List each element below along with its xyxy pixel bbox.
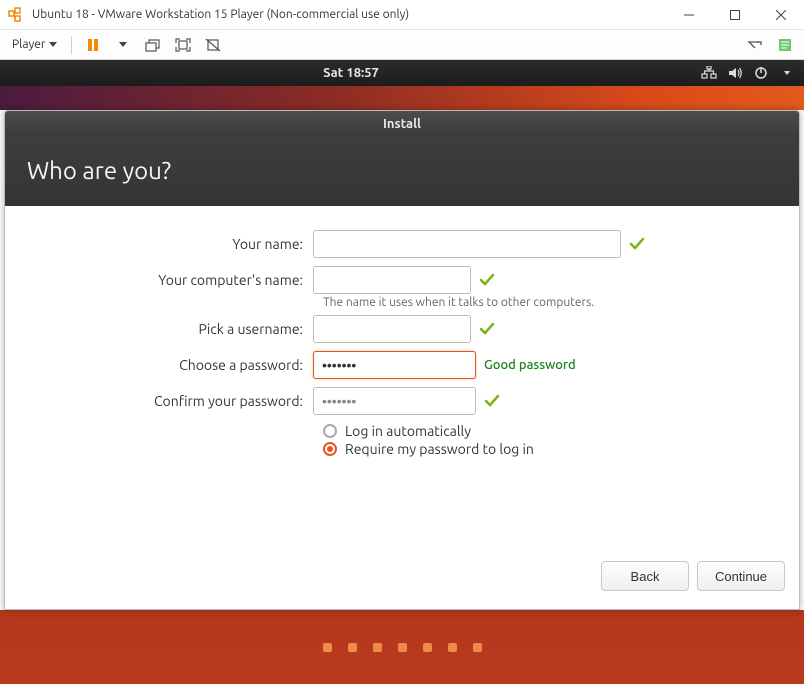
installer-title: Install [383, 117, 421, 131]
pager-dot [323, 643, 332, 652]
pause-button[interactable] [80, 32, 106, 58]
password-input[interactable] [313, 351, 476, 379]
windows-titlebar: Ubuntu 18 - VMware Workstation 15 Player… [0, 0, 804, 30]
send-ctrl-alt-del-button[interactable] [140, 32, 166, 58]
row-login-auto: Log in automatically [33, 423, 771, 439]
pager-dot [348, 643, 357, 652]
system-tray[interactable] [698, 63, 800, 83]
installer-titlebar: Install [5, 111, 799, 137]
maximize-button[interactable] [712, 0, 758, 30]
radio-login-require[interactable]: Require my password to log in [323, 441, 534, 457]
label-computer: Your computer's name: [33, 272, 313, 288]
checkmark-icon [629, 236, 645, 252]
pager-dot [398, 643, 407, 652]
label-name: Your name: [33, 236, 313, 252]
row-password: Choose a password: Good password [33, 351, 771, 379]
button-row: Back Continue [5, 547, 799, 609]
computer-input[interactable] [313, 266, 471, 294]
back-button[interactable]: Back [601, 561, 689, 591]
minimize-button[interactable] [666, 0, 712, 30]
vmware-toolbar: Player [0, 30, 804, 60]
radio-label-auto: Log in automatically [345, 423, 471, 439]
row-name: Your name: [33, 230, 771, 258]
separator [71, 36, 72, 54]
chevron-down-icon [119, 42, 127, 47]
form-area: Your name: Your computer's name: The nam… [5, 206, 799, 467]
row-confirm: Confirm your password: [33, 387, 771, 415]
name-input[interactable] [313, 230, 621, 258]
fullscreen-button[interactable] [170, 32, 196, 58]
confirm-password-input[interactable] [313, 387, 476, 415]
chevron-down-icon[interactable] [776, 63, 798, 83]
pager-dot [423, 643, 432, 652]
label-password: Choose a password: [33, 357, 313, 373]
close-button[interactable] [758, 0, 804, 30]
computer-helper-text: The name it uses when it talks to other … [323, 296, 594, 309]
pager-dot [473, 643, 482, 652]
label-confirm: Confirm your password: [33, 393, 313, 409]
row-login-require: Require my password to log in [33, 441, 771, 457]
clock[interactable]: Sat 18:57 [4, 66, 698, 80]
pager-dot [448, 643, 457, 652]
chevron-down-icon [49, 42, 57, 47]
password-quality: Good password [484, 358, 576, 372]
desktop-background [0, 86, 804, 110]
power-dropdown[interactable] [110, 32, 136, 58]
network-icon[interactable] [698, 63, 720, 83]
row-computer: Your computer's name: [33, 266, 771, 294]
radio-icon [323, 424, 337, 438]
pager-dot [373, 643, 382, 652]
checkmark-icon [479, 321, 495, 337]
vmware-icon [8, 7, 24, 23]
label-username: Pick a username: [33, 321, 313, 337]
power-icon[interactable] [750, 63, 772, 83]
window-controls [666, 0, 804, 29]
radio-login-auto[interactable]: Log in automatically [323, 423, 471, 439]
desktop-bottom [0, 610, 804, 684]
volume-icon[interactable] [724, 63, 746, 83]
unity-mode-button[interactable] [200, 32, 226, 58]
radio-icon [323, 442, 337, 456]
message-log-button[interactable] [772, 32, 798, 58]
ubuntu-top-bar: Sat 18:57 [0, 60, 804, 86]
window-title: Ubuntu 18 - VMware Workstation 15 Player… [32, 8, 666, 21]
installer-window: Install Who are you? Your name: Your com… [4, 110, 800, 610]
row-username: Pick a username: [33, 315, 771, 343]
helper-computer: The name it uses when it talks to other … [33, 296, 771, 309]
checkmark-icon [484, 393, 500, 409]
radio-label-require: Require my password to log in [345, 441, 534, 457]
cycle-devices-button[interactable] [742, 32, 768, 58]
username-input[interactable] [313, 315, 471, 343]
player-menu[interactable]: Player [6, 34, 63, 55]
page-heading: Who are you? [27, 157, 777, 184]
installer-header: Who are you? [5, 137, 799, 206]
player-menu-label: Player [12, 38, 45, 51]
checkmark-icon [479, 272, 495, 288]
continue-button[interactable]: Continue [697, 561, 785, 591]
